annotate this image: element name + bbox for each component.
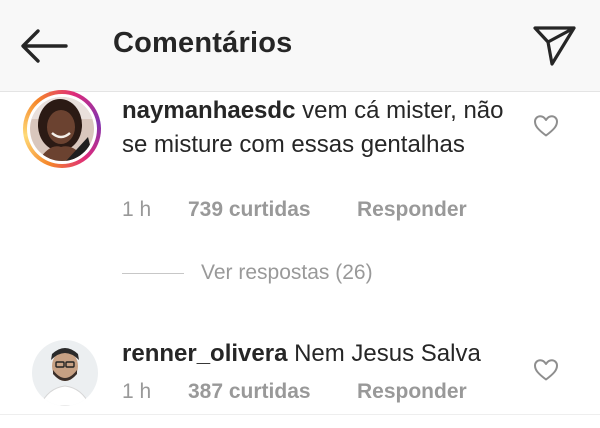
like-button[interactable] [533, 114, 559, 138]
avatar [30, 97, 94, 161]
comment-meta: 1 h 739 curtidas Responder [122, 198, 467, 222]
paper-plane-icon [533, 26, 576, 66]
app-header: Comentários [0, 0, 600, 92]
comment-likes[interactable]: 739 curtidas [188, 198, 357, 222]
avatar-wrapper[interactable] [32, 340, 98, 406]
arrow-left-icon [21, 29, 68, 63]
comment-time: 1 h [122, 380, 152, 403]
reply-button[interactable]: Responder [357, 380, 467, 404]
divider-line [122, 273, 184, 274]
comment-text: naymanhaesdc vem cá mister, não se mistu… [122, 94, 522, 162]
avatar [32, 340, 98, 406]
comment-time: 1 h [122, 198, 152, 221]
divider [0, 414, 600, 415]
heart-icon [534, 359, 558, 381]
comment-meta: 1 h 387 curtidas Responder [122, 380, 467, 404]
view-replies-link[interactable]: Ver respostas (26) [201, 261, 373, 285]
reply-button[interactable]: Responder [357, 198, 467, 222]
comment-text: renner_olivera Nem Jesus Salva [122, 337, 522, 371]
comment-username[interactable]: naymanhaesdc [122, 97, 295, 124]
like-button[interactable] [533, 358, 559, 382]
comment-username[interactable]: renner_olivera [122, 340, 287, 367]
comment-likes[interactable]: 387 curtidas [188, 380, 357, 404]
back-button[interactable] [18, 26, 70, 66]
direct-message-button[interactable] [530, 22, 578, 68]
comment-body: Nem Jesus Salva [294, 340, 481, 367]
heart-icon [534, 115, 558, 137]
avatar-story-ring[interactable] [23, 90, 101, 168]
page-title: Comentários [113, 27, 293, 59]
